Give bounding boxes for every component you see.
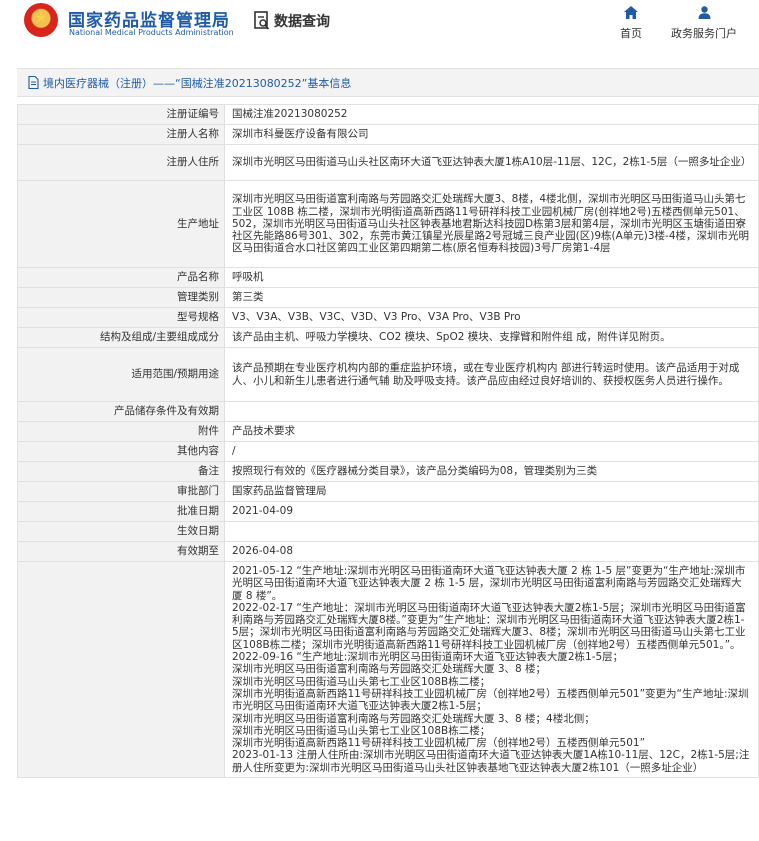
row-value: 深圳市光明区马田街道富利南路与芳园路交汇处瑞辉大厦3、8楼，4楼北侧，深圳市光明… <box>224 180 759 268</box>
table-row: 其他内容 / <box>17 441 759 462</box>
row-label: 生效日期 <box>17 521 225 542</box>
row-label: 产品名称 <box>17 267 225 288</box>
row-label: 注册人名称 <box>17 124 225 145</box>
change-history-value: 2021-05-12 “生产地址:深圳市光明区马田街道南环大道飞亚达钟表大厦 2… <box>224 560 759 779</box>
row-value: 产品技术要求 <box>224 421 759 442</box>
row-value: 2021-04-09 <box>224 501 759 522</box>
row-label: 审批部门 <box>17 481 225 502</box>
row-value <box>224 401 759 422</box>
site-header: ★ 国家药品监督管理局 National Medical Products Ad… <box>0 0 759 45</box>
user-icon <box>698 6 710 19</box>
row-value <box>224 521 759 542</box>
data-query-link[interactable]: 数据查询 <box>254 10 330 32</box>
table-row: 产品储存条件及有效期 <box>17 401 759 422</box>
row-label: 其他内容 <box>17 441 225 462</box>
table-row: 备注 按照现行有效的《医疗器械分类目录》，该产品分类编码为08，管理类别为三类 <box>17 461 759 482</box>
row-value: 第三类 <box>224 287 759 308</box>
row-label: 注册证编号 <box>17 104 225 125</box>
table-row: 有效期至 2026-04-08 <box>17 541 759 562</box>
table-row: 附件 产品技术要求 <box>17 421 759 442</box>
row-label: 管理类别 <box>17 287 225 308</box>
row-label: 产品储存条件及有效期 <box>17 401 225 422</box>
nav-home-label: 首页 <box>620 27 642 40</box>
row-label: 生产地址 <box>17 180 225 268</box>
row-value: V3、V3A、V3B、V3C、V3D、V3 Pro、V3A Pro、V3B Pr… <box>224 307 759 328</box>
table-row: 注册证编号 国械注准20213080252 <box>17 104 759 125</box>
row-value: 国械注准20213080252 <box>224 104 759 125</box>
row-value: 2026-04-08 <box>224 541 759 562</box>
home-icon <box>624 6 638 19</box>
row-value: 深圳市光明区马田街道马山头社区南环大道飞亚达钟表大厦1栋A10层-11层、12C… <box>224 144 759 181</box>
table-row: 生效日期 <box>17 521 759 542</box>
table-row: 适用范围/预期用途 该产品预期在专业医疗机构内部的重症监护环境，或在专业医疗机构内… <box>17 347 759 402</box>
row-value: 该产品预期在专业医疗机构内部的重症监护环境，或在专业医疗机构内 部进行转运时使用… <box>224 347 759 402</box>
row-label: 注册人住所 <box>17 144 225 181</box>
row-value: / <box>224 441 759 462</box>
table-row: 管理类别 第三类 <box>17 287 759 308</box>
row-value: 国家药品监督管理局 <box>224 481 759 502</box>
table-row: 型号规格 V3、V3A、V3B、V3C、V3D、V3 Pro、V3A Pro、V3… <box>17 307 759 328</box>
table-row: 注册人住所 深圳市光明区马田街道马山头社区南环大道飞亚达钟表大厦1栋A10层-11… <box>17 144 759 181</box>
record-title-bar: 境内医疗器械（注册）——“国械注准20213080252”基本信息 <box>17 68 759 97</box>
document-search-icon <box>254 11 270 30</box>
national-emblem-logo: ★ <box>24 3 58 37</box>
row-label: 有效期至 <box>17 541 225 562</box>
row-value: 深圳市科曼医疗设备有限公司 <box>224 124 759 145</box>
nav-home[interactable]: 首页 <box>596 6 666 41</box>
table-row: 2021-05-12 “生产地址:深圳市光明区马田街道南环大道飞亚达钟表大厦 2… <box>17 560 759 779</box>
table-row: 批准日期 2021-04-09 <box>17 501 759 522</box>
row-label: 备注 <box>17 461 225 482</box>
record-title: 境内医疗器械（注册）——“国械注准20213080252”基本信息 <box>43 77 352 90</box>
row-label: 结构及组成/主要组成成分 <box>17 327 225 348</box>
row-label: 附件 <box>17 421 225 442</box>
nav-service-portal[interactable]: 政务服务门户 <box>669 6 739 41</box>
table-row: 产品名称 呼吸机 <box>17 267 759 288</box>
device-info-table: 注册证编号 国械注准20213080252 注册人名称 深圳市科曼医疗设备有限公司 注册… <box>17 104 759 779</box>
row-value: 该产品由主机、呼吸力学模块、CO2 模块、SpO2 模块、支撑臂和附件组 成，附… <box>224 327 759 348</box>
table-row: 结构及组成/主要组成成分 该产品由主机、呼吸力学模块、CO2 模块、SpO2 模块… <box>17 327 759 348</box>
row-label: 批准日期 <box>17 501 225 522</box>
row-label: 适用范围/预期用途 <box>17 347 225 402</box>
table-row: 注册人名称 深圳市科曼医疗设备有限公司 <box>17 124 759 145</box>
data-query-label: 数据查询 <box>274 14 330 30</box>
table-row: 生产地址 深圳市光明区马田街道富利南路与芳园路交汇处瑞辉大厦3、8楼，4楼北侧，深… <box>17 180 759 268</box>
row-label <box>17 560 225 779</box>
nav-service-portal-label: 政务服务门户 <box>671 27 737 40</box>
agency-name-en: National Medical Products Administration <box>69 28 234 37</box>
document-icon <box>28 76 39 89</box>
table-row: 审批部门 国家药品监督管理局 <box>17 481 759 502</box>
row-value: 呼吸机 <box>224 267 759 288</box>
row-value: 按照现行有效的《医疗器械分类目录》，该产品分类编码为08，管理类别为三类 <box>224 461 759 482</box>
row-label: 型号规格 <box>17 307 225 328</box>
